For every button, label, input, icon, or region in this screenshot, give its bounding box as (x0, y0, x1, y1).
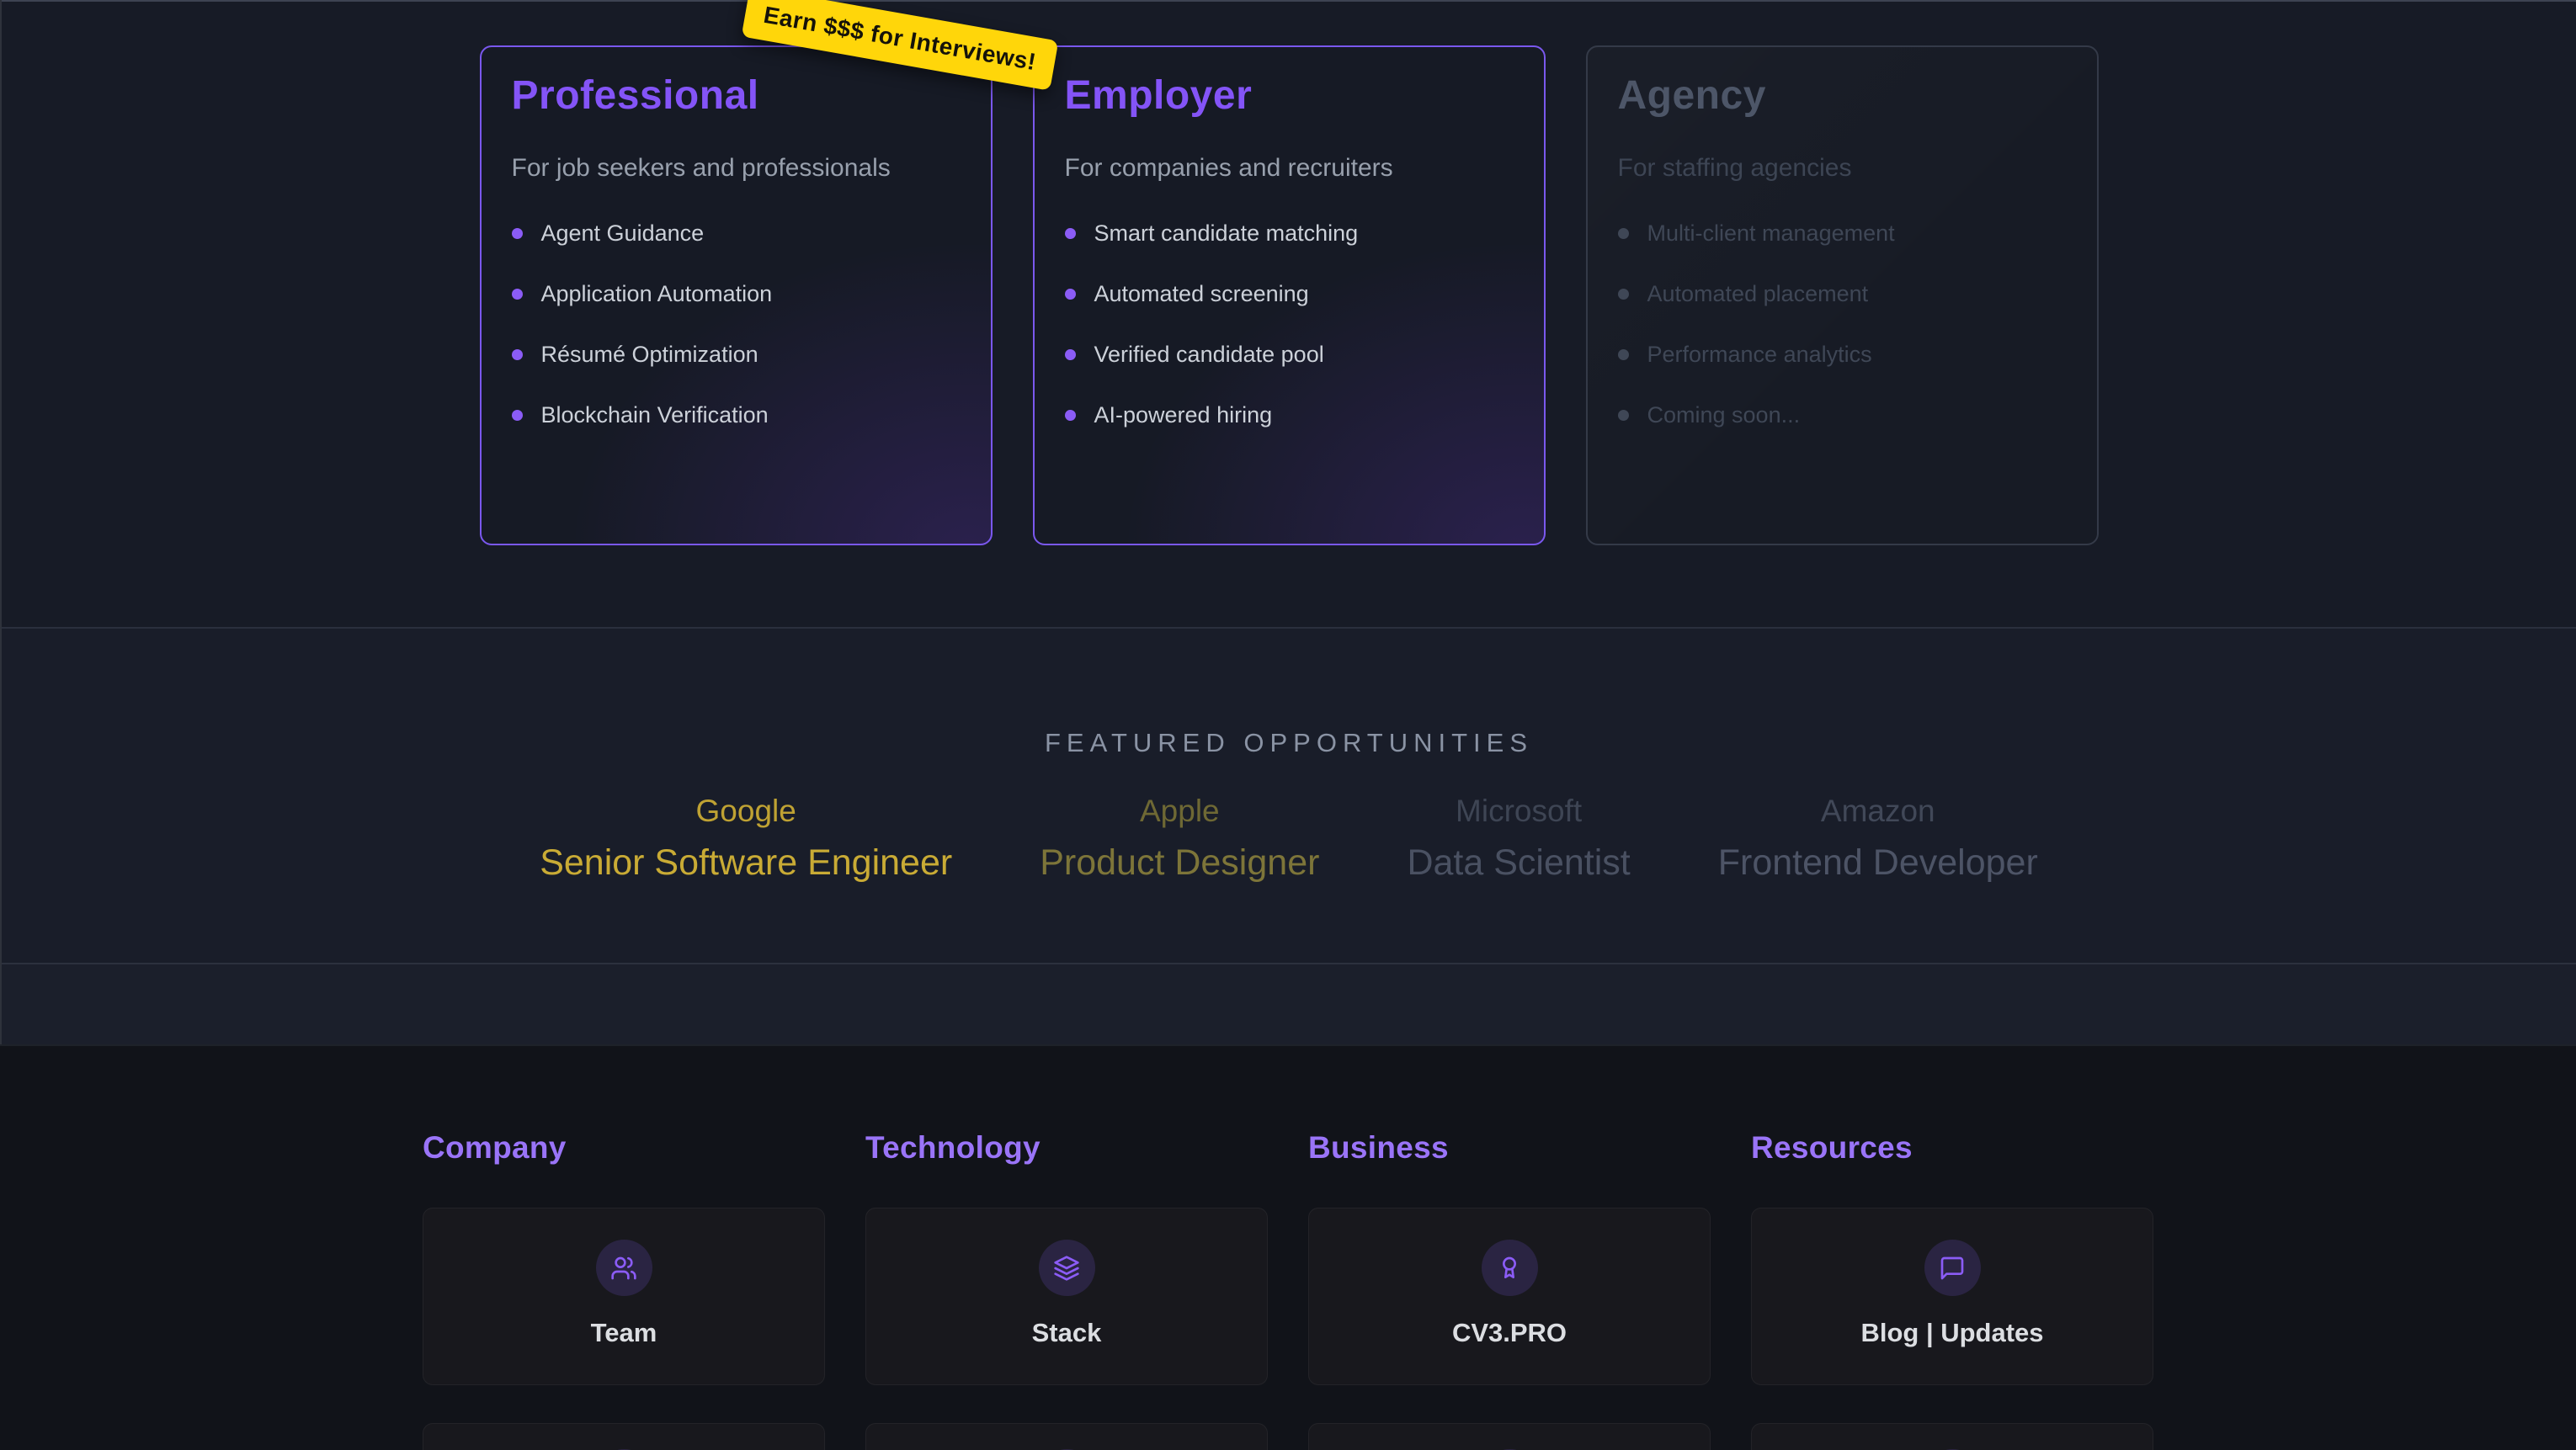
plan-subtitle: For staffing agencies (1618, 154, 2067, 183)
tile-label: Stack (1032, 1318, 1102, 1348)
footer-column-business: Business CV3.PRO (1308, 1130, 1711, 1450)
featured-job-apple[interactable]: Apple Product Designer (1040, 794, 1319, 884)
footer: Company Team Technology (0, 1044, 2576, 1450)
footer-tile-team[interactable]: Team (423, 1208, 825, 1385)
featured-section-title: FEATURED OPPORTUNITIES (2, 629, 2576, 758)
footer-tile-stack[interactable]: Stack (865, 1208, 1268, 1385)
users-icon (610, 1255, 637, 1282)
plan-feature-list: Smart candidate matching Automated scree… (1065, 221, 1514, 427)
plan-feature: Résumé Optimization (512, 343, 961, 366)
footer-tile-partial[interactable] (865, 1423, 1268, 1450)
footer-tile-partial[interactable] (423, 1423, 825, 1450)
plan-feature: Automated screening (1065, 282, 1514, 305)
job-role: Product Designer (1040, 842, 1319, 884)
plan-feature-list: Multi-client management Automated placem… (1618, 221, 2067, 427)
plan-title-employer: Employer (1065, 72, 1514, 119)
tile-label: Team (591, 1318, 657, 1348)
plan-card-agency: Agency For staffing agencies Multi-clien… (1586, 45, 2099, 545)
job-company: Apple (1040, 794, 1319, 829)
plans-row: Earn $$$ for Interviews! Professional Fo… (2, 2, 2576, 545)
main-content: Earn $$$ for Interviews! Professional Fo… (0, 0, 2576, 1044)
tile-icon-circle (596, 1240, 652, 1296)
plan-feature: AI-powered hiring (1065, 403, 1514, 427)
plan-subtitle: For job seekers and professionals (512, 154, 961, 183)
footer-grid: Company Team Technology (423, 1130, 2153, 1450)
job-role: Data Scientist (1407, 842, 1630, 884)
plan-feature: Agent Guidance (512, 221, 961, 245)
tile-icon-circle (1924, 1240, 1981, 1296)
job-company: Microsoft (1407, 794, 1630, 829)
featured-jobs-row: Google Senior Software Engineer Apple Pr… (2, 794, 2576, 884)
plans-section: Earn $$$ for Interviews! Professional Fo… (2, 0, 2576, 627)
footer-tile-blog-updates[interactable]: Blog | Updates (1751, 1208, 2153, 1385)
plan-feature: Performance analytics (1618, 343, 2067, 366)
footer-header-technology: Technology (865, 1130, 1268, 1166)
plan-feature: Smart candidate matching (1065, 221, 1514, 245)
job-role: Senior Software Engineer (540, 842, 952, 884)
plan-feature: Multi-client management (1618, 221, 2067, 245)
job-role: Frontend Developer (1718, 842, 2038, 884)
tile-icon-circle (1482, 1240, 1538, 1296)
plan-title-agency: Agency (1618, 72, 2067, 119)
plan-card-professional[interactable]: Earn $$$ for Interviews! Professional Fo… (480, 45, 993, 545)
featured-job-google[interactable]: Google Senior Software Engineer (540, 794, 952, 884)
footer-header-company: Company (423, 1130, 825, 1166)
featured-job-microsoft[interactable]: Microsoft Data Scientist (1407, 794, 1630, 884)
footer-tile-cv3pro[interactable]: CV3.PRO (1308, 1208, 1711, 1385)
plan-card-employer[interactable]: Employer For companies and recruiters Sm… (1033, 45, 1546, 545)
plan-feature: Coming soon... (1618, 403, 2067, 427)
plan-subtitle: For companies and recruiters (1065, 154, 1514, 183)
footer-header-resources: Resources (1751, 1130, 2153, 1166)
footer-tile-partial[interactable] (1751, 1423, 2153, 1450)
footer-column-company: Company Team (423, 1130, 825, 1450)
message-square-icon (1939, 1255, 1966, 1282)
layers-icon (1053, 1255, 1080, 1282)
footer-tile-partial[interactable] (1308, 1423, 1711, 1450)
plan-feature: Blockchain Verification (512, 403, 961, 427)
featured-job-amazon[interactable]: Amazon Frontend Developer (1718, 794, 2038, 884)
plan-feature-list: Agent Guidance Application Automation Ré… (512, 221, 961, 427)
award-icon (1496, 1255, 1523, 1282)
section-spacer-band (2, 963, 2576, 1044)
tile-icon-circle (1039, 1240, 1095, 1296)
job-company: Amazon (1718, 794, 2038, 829)
plan-feature: Verified candidate pool (1065, 343, 1514, 366)
footer-column-technology: Technology Stack (865, 1130, 1268, 1450)
featured-opportunities-section: FEATURED OPPORTUNITIES Google Senior Sof… (2, 627, 2576, 963)
plan-title-professional: Professional (512, 72, 961, 119)
footer-column-resources: Resources Blog | Updates (1751, 1130, 2153, 1450)
job-company: Google (540, 794, 952, 829)
tile-label: CV3.PRO (1452, 1318, 1567, 1348)
plan-feature: Application Automation (512, 282, 961, 305)
plan-feature: Automated placement (1618, 282, 2067, 305)
footer-header-business: Business (1308, 1130, 1711, 1166)
tile-label: Blog | Updates (1860, 1318, 2043, 1348)
